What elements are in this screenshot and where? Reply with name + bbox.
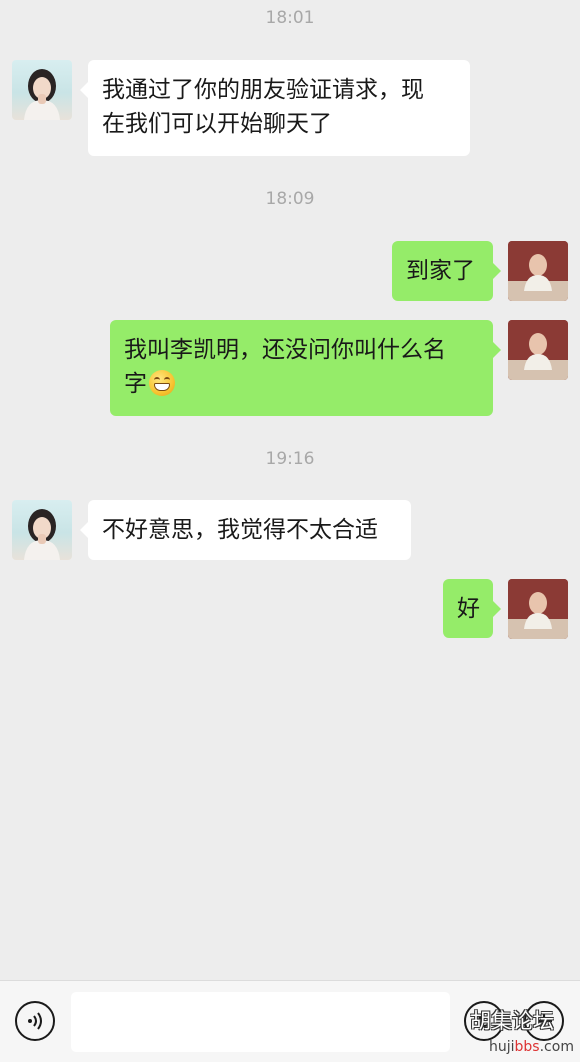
message-text: 我叫李凯明，还没问你叫什么名	[124, 337, 446, 363]
incoming-message[interactable]: 不好意思，我觉得不太合适	[80, 500, 411, 560]
user-avatar[interactable]	[508, 579, 568, 639]
message-text: 在我们可以开始聊天了	[102, 111, 332, 137]
message-text: 我通过了你的朋友验证请求，现	[102, 77, 424, 103]
outgoing-message[interactable]: 到家了	[392, 241, 501, 301]
person-photo-icon	[24, 509, 60, 560]
outgoing-message[interactable]: 好	[443, 579, 501, 638]
timestamp: 18:01	[265, 8, 315, 28]
outgoing-message[interactable]: 我叫李凯明，还没问你叫什么名 字	[110, 320, 501, 416]
person-photo-icon	[508, 579, 568, 639]
person-photo-icon	[508, 241, 568, 301]
contact-avatar[interactable]	[12, 500, 72, 560]
timestamp: 19:16	[265, 449, 315, 469]
voice-input-icon	[28, 1012, 42, 1030]
watermark-url: hujibbs.com	[489, 1039, 574, 1055]
message-text: 不好意思，我觉得不太合适	[102, 517, 378, 543]
grinning-face-emoji	[149, 370, 175, 396]
person-photo-icon	[24, 69, 60, 120]
message-text: 到家了	[406, 258, 475, 284]
incoming-message[interactable]: 我通过了你的朋友验证请求，现 在我们可以开始聊天了	[80, 60, 470, 156]
watermark-logo: 胡集论坛	[470, 1009, 554, 1033]
person-photo-icon	[508, 320, 568, 380]
chat-area: 18:01 我通过了你的朋友验证请求，现 在我们可以开始聊天了 18:09 到家…	[0, 0, 580, 980]
voice-input-button[interactable]	[15, 1001, 55, 1041]
user-avatar[interactable]	[508, 320, 568, 380]
message-text: 好	[457, 596, 480, 622]
user-avatar[interactable]	[508, 241, 568, 301]
timestamp: 18:09	[265, 189, 315, 209]
message-input[interactable]	[71, 992, 450, 1052]
contact-avatar[interactable]	[12, 60, 72, 120]
message-text: 字	[124, 371, 147, 397]
